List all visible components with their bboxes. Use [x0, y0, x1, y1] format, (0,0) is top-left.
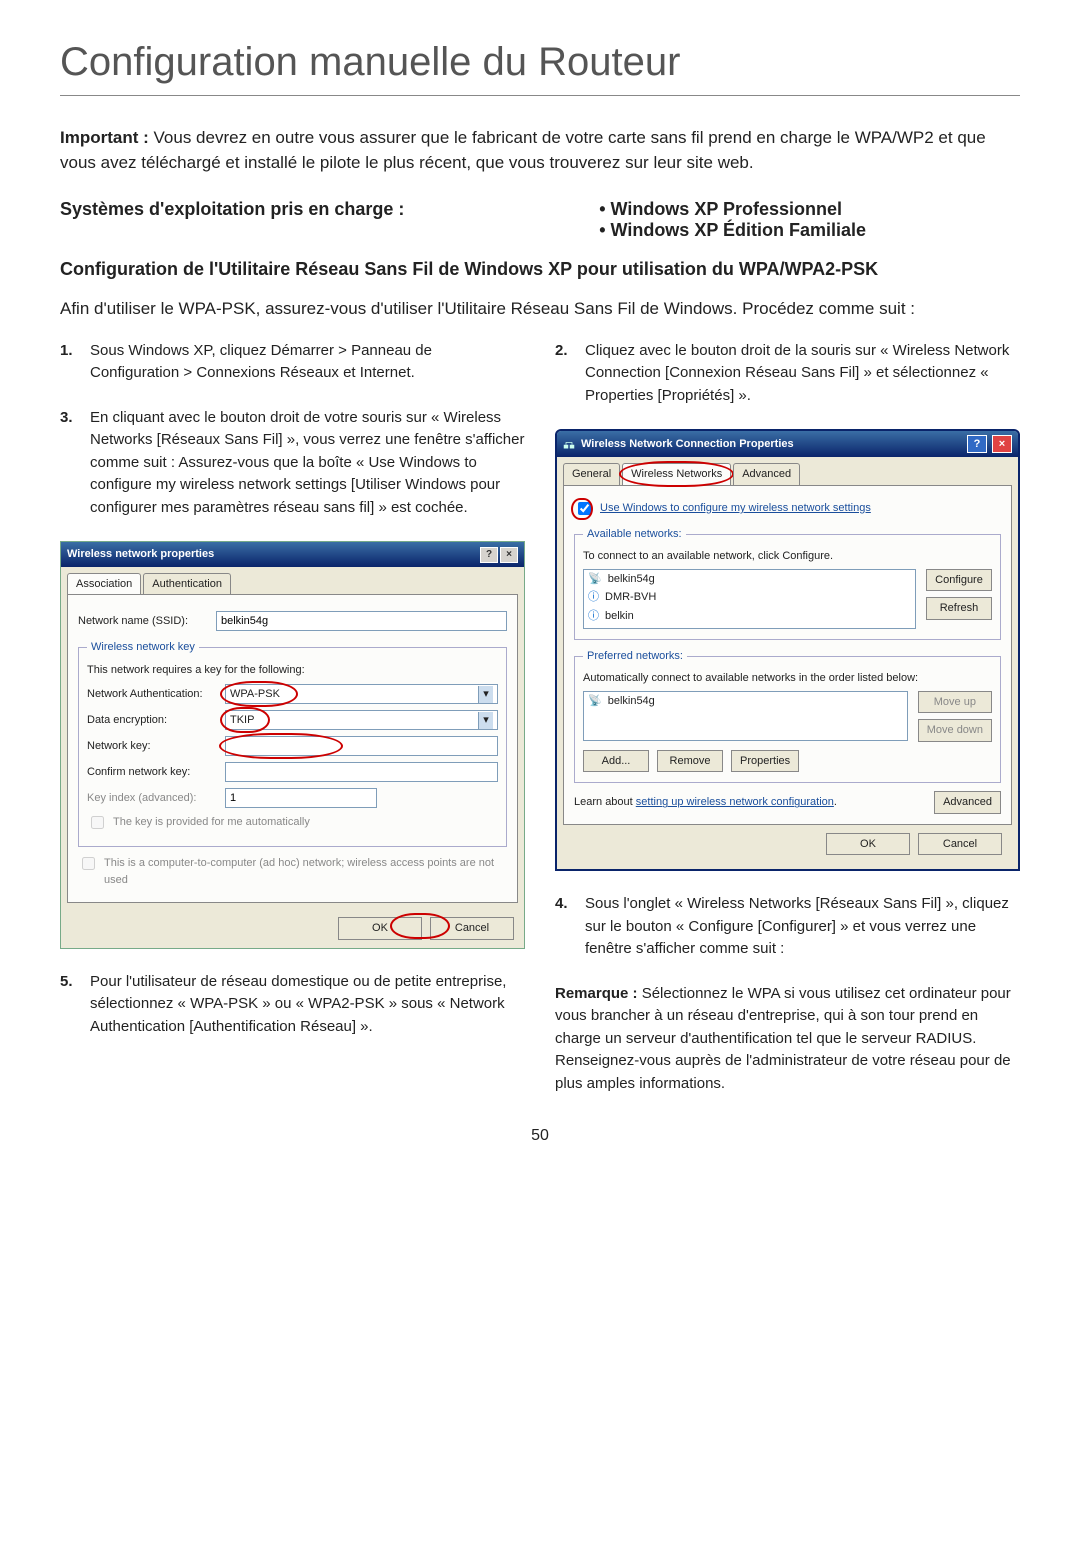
add-button[interactable]: Add... [583, 750, 649, 773]
move-down-button: Move down [918, 719, 992, 742]
enc-label: Data encryption: [87, 712, 217, 729]
intro-text: Vous devrez en outre vous assurer que le… [60, 128, 986, 172]
remark: Remarque : Sélectionnez le WPA si vous u… [555, 983, 1020, 1096]
step-2: 2. Cliquez avec le bouton droit de la so… [555, 340, 1020, 408]
step-number: 3. [60, 407, 78, 520]
chevron-down-icon: ▾ [478, 712, 493, 729]
list-item: belkin54g [608, 693, 655, 710]
dialog-wireless-connection-properties: Wireless Network Connection Properties ?… [555, 429, 1020, 871]
step-4: 4. Sous l'onglet « Wireless Networks [Ré… [555, 893, 1020, 961]
subheading: Configuration de l'Utilitaire Réseau San… [60, 259, 1020, 280]
os-item-xp-home: • Windows XP Édition Familiale [599, 220, 1020, 241]
move-up-button: Move up [918, 691, 992, 714]
preferred-legend: Preferred networks: [583, 648, 687, 665]
tab-wireless-networks[interactable]: Wireless Networks [622, 463, 731, 485]
close-icon[interactable]: × [992, 435, 1012, 453]
learn-text: Learn about [574, 796, 636, 808]
enc-select[interactable]: TKIP ▾ [225, 710, 498, 730]
available-legend: Available networks: [583, 526, 686, 543]
tab-authentication[interactable]: Authentication [143, 573, 231, 595]
page-title: Configuration manuelle du Routeur [60, 40, 1020, 96]
tab-association[interactable]: Association [67, 573, 141, 595]
adhoc-label: This is a computer-to-computer (ad hoc) … [104, 855, 507, 888]
tab-label: Wireless Networks [631, 468, 722, 480]
cancel-button[interactable]: Cancel [430, 917, 514, 940]
step-text: Cliquez avec le bouton droit de la souri… [585, 340, 1020, 408]
antenna-icon: 📡 [588, 571, 602, 588]
remark-strong: Remarque : [555, 985, 638, 1002]
step-number: 2. [555, 340, 573, 408]
info-icon: ⓘ [588, 589, 599, 606]
learn-link[interactable]: setting up wireless network configuratio… [636, 796, 834, 808]
remove-button[interactable]: Remove [657, 750, 723, 773]
help-icon[interactable]: ? [967, 435, 987, 453]
procedure-intro: Afin d'utiliser le WPA-PSK, assurez-vous… [60, 297, 1020, 322]
tab-advanced[interactable]: Advanced [733, 463, 800, 485]
step-1: 1. Sous Windows XP, cliquez Démarrer > P… [60, 340, 525, 385]
refresh-button[interactable]: Refresh [926, 597, 992, 620]
properties-button[interactable]: Properties [731, 750, 799, 773]
netauth-select[interactable]: WPA-PSK ▾ [225, 684, 498, 704]
info-icon: ⓘ [588, 608, 599, 625]
network-icon [563, 438, 575, 450]
auto-key-label: The key is provided for me automatically [113, 814, 310, 831]
use-windows-label: Use Windows to configure my wireless net… [600, 500, 871, 517]
ssid-label: Network name (SSID): [78, 613, 208, 630]
dialog-title: Wireless network properties [67, 546, 214, 563]
dialog-wireless-network-properties: Wireless network properties ? × Associat… [60, 541, 525, 949]
ssid-input[interactable] [216, 611, 507, 631]
idx-input [225, 788, 377, 808]
auto-key-checkbox [91, 816, 104, 829]
idx-label: Key index (advanced): [87, 790, 217, 807]
netauth-label: Network Authentication: [87, 686, 217, 703]
use-windows-checkbox[interactable] [578, 502, 591, 515]
ckey-input[interactable] [225, 762, 498, 782]
key-legend: Wireless network key [87, 639, 199, 656]
close-icon[interactable]: × [500, 547, 518, 563]
intro-strong: Important : [60, 128, 149, 147]
available-desc: To connect to an available network, clic… [583, 548, 992, 565]
step-number: 4. [555, 893, 573, 961]
os-heading: Systèmes d'exploitation pris en charge : [60, 199, 559, 241]
ok-button[interactable]: OK [338, 917, 422, 940]
dialog-title: Wireless Network Connection Properties [581, 436, 794, 453]
list-item: belkin54g [608, 571, 655, 588]
enc-value: TKIP [230, 712, 254, 729]
ok-button[interactable]: OK [826, 833, 910, 856]
tab-general[interactable]: General [563, 463, 620, 485]
os-item-xp-pro: • Windows XP Professionnel [599, 199, 1020, 220]
nkey-input[interactable] [225, 736, 498, 756]
list-item: belkin [605, 608, 634, 625]
ckey-label: Confirm network key: [87, 764, 217, 781]
preferred-networks-list[interactable]: 📡 belkin54g [583, 691, 908, 741]
list-item: DMR-BVH [605, 589, 656, 606]
step-3: 3. En cliquant avec le bouton droit de v… [60, 407, 525, 520]
step-number: 5. [60, 971, 78, 1039]
nkey-label: Network key: [87, 738, 217, 755]
step-text: Sous l'onglet « Wireless Networks [Résea… [585, 893, 1020, 961]
adhoc-checkbox [82, 857, 95, 870]
step-text: Sous Windows XP, cliquez Démarrer > Pann… [90, 340, 525, 385]
step-number: 1. [60, 340, 78, 385]
help-icon[interactable]: ? [480, 547, 498, 563]
chevron-down-icon: ▾ [478, 686, 493, 703]
available-networks-list[interactable]: 📡 belkin54g ⓘ DMR-BVH ⓘ belkin [583, 569, 916, 629]
step-text: En cliquant avec le bouton droit de votr… [90, 407, 525, 520]
advanced-button[interactable]: Advanced [934, 791, 1001, 814]
intro-paragraph: Important : Vous devrez en outre vous as… [60, 126, 1020, 175]
key-desc: This network requires a key for the foll… [87, 662, 498, 679]
preferred-desc: Automatically connect to available netwo… [583, 670, 992, 687]
configure-button[interactable]: Configure [926, 569, 992, 592]
cancel-button[interactable]: Cancel [918, 833, 1002, 856]
step-5: 5. Pour l'utilisateur de réseau domestiq… [60, 971, 525, 1039]
antenna-icon: 📡 [588, 693, 602, 710]
step-text: Pour l'utilisateur de réseau domestique … [90, 971, 525, 1039]
netauth-value: WPA-PSK [230, 686, 280, 703]
page-number: 50 [60, 1127, 1020, 1145]
